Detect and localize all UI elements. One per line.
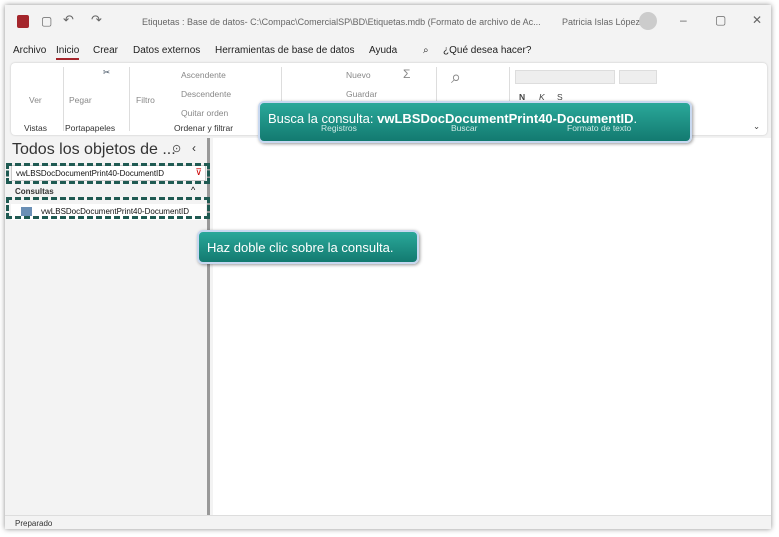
maximize-button[interactable]: ▢ [715, 13, 726, 27]
quitar-orden-button[interactable]: Quitar orden [181, 108, 228, 118]
ascendente-button[interactable]: Ascendente [181, 70, 226, 80]
section-consultas[interactable]: Consultas [15, 187, 54, 196]
undo-icon[interactable]: ↶ [63, 12, 74, 28]
group-vistas: Vistas [24, 123, 47, 133]
minimize-button[interactable]: – [680, 13, 687, 27]
nav-menu-icon[interactable]: ⊙ [172, 142, 181, 155]
main-area [213, 138, 771, 515]
tab-crear[interactable]: Crear [93, 45, 118, 56]
nuevo-button[interactable]: Nuevo [346, 70, 371, 80]
item-highlight [6, 197, 210, 219]
access-logo-icon [17, 15, 29, 28]
save-icon[interactable]: ▢ [41, 14, 52, 28]
find-icon[interactable]: ⌕ [451, 67, 461, 88]
collapse-nav-icon[interactable]: ‹ [192, 141, 196, 155]
redo-icon[interactable]: ↷ [91, 12, 102, 28]
navigation-pane: Todos los objetos de ... ⊙ ‹ vwLBSDocDoc… [5, 138, 210, 515]
status-bar: Preparado [5, 515, 771, 529]
group-buscar: Buscar [451, 123, 478, 133]
sum-icon[interactable]: Σ [403, 67, 410, 81]
tab-ayuda[interactable]: Ayuda [369, 45, 397, 56]
tab-datos-externos[interactable]: Datos externos [133, 45, 200, 56]
filtro-button[interactable]: Filtro [136, 95, 155, 105]
collapse-section-icon[interactable]: ^ [191, 185, 195, 195]
cut-icon[interactable]: ✂ [103, 67, 110, 78]
callout-dblclick: Haz doble clic sobre la consulta. [197, 230, 419, 264]
tab-archivo[interactable]: Archivo [13, 45, 46, 56]
window-title: Etiquetas : Base de datos- C:\Compac\Com… [142, 17, 541, 27]
descendente-button[interactable]: Descendente [181, 89, 231, 99]
title-bar: ▢ ↶ ↷ Etiquetas : Base de datos- C:\Comp… [5, 5, 771, 39]
close-button[interactable]: ✕ [752, 13, 762, 27]
tab-inicio[interactable]: Inicio [56, 45, 80, 60]
access-window: ▢ ↶ ↷ Etiquetas : Base de datos- C:\Comp… [5, 5, 771, 529]
search-icon: ⌕ [423, 45, 429, 56]
group-ordenar: Ordenar y filtrar [174, 123, 234, 133]
group-portapapeles: Portapapeles [65, 123, 116, 133]
collapse-ribbon-icon[interactable]: ⌄ [753, 121, 760, 132]
font-select[interactable] [515, 70, 615, 84]
guardar-button[interactable]: Guardar [346, 89, 377, 99]
group-formato: Formato de texto [567, 123, 632, 133]
font-size-select[interactable] [619, 70, 657, 84]
callout-search: Busca la consulta: vwLBSDocDocumentPrint… [258, 101, 692, 143]
user-name: Patricia Islas López [562, 17, 641, 27]
pegar-button[interactable]: Pegar [69, 95, 92, 105]
nav-title[interactable]: Todos los objetos de ... [12, 141, 176, 159]
ver-button[interactable]: Ver [29, 95, 42, 105]
group-registros: Registros [321, 123, 357, 133]
tell-me-input[interactable]: ¿Qué desea hacer? [443, 45, 531, 56]
search-highlight [6, 163, 210, 184]
tab-herramientas[interactable]: Herramientas de base de datos [215, 45, 355, 56]
avatar[interactable] [639, 12, 657, 30]
